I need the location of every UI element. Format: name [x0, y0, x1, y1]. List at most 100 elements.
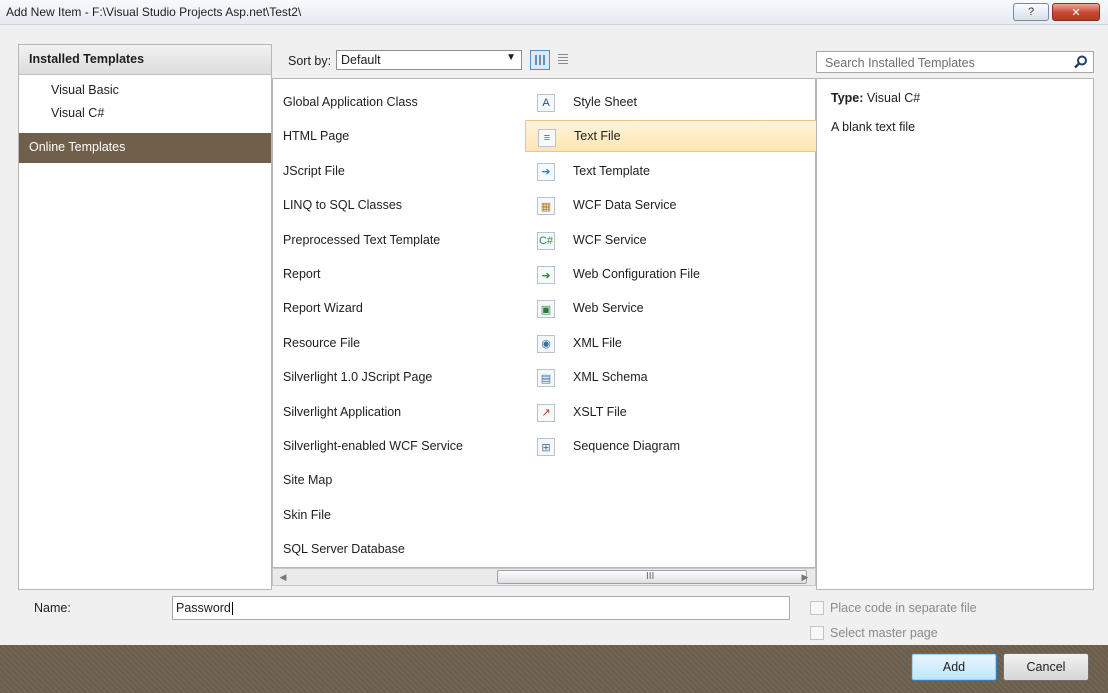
template-item[interactable]: ◉ XML File [525, 327, 817, 359]
place-code-label: Place code in separate file [830, 601, 977, 615]
template-item-label: LINQ to SQL Classes [283, 198, 403, 213]
installed-templates-header[interactable]: Installed Templates [19, 45, 271, 75]
type-line: Type: Visual C# [831, 91, 920, 105]
template-item-label: XSLT File [573, 404, 627, 419]
template-item-label: Global Application Class [283, 95, 418, 109]
template-item-label: Report [283, 267, 321, 281]
tree-item-visual-csharp[interactable]: Visual C# [51, 106, 104, 120]
template-item-label: Text File [574, 129, 621, 144]
template-details-panel: Type: Visual C# A blank text file [816, 78, 1094, 590]
template-item[interactable]: Silverlight-enabled WCF Service [283, 430, 523, 462]
template-item[interactable]: A Style Sheet [525, 86, 817, 118]
template-item-label: Web Service [573, 301, 644, 316]
tree-item-visual-basic[interactable]: Visual Basic [51, 83, 119, 97]
scroll-left-icon[interactable]: ◀ [275, 569, 291, 585]
template-item-label: XML File [573, 335, 622, 350]
xml-file-icon: ◉ [537, 334, 555, 353]
template-item-label: Silverlight-enabled WCF Service [283, 439, 463, 453]
template-item-label: Text Template [573, 163, 650, 178]
web-service-icon: ▣ [537, 300, 555, 319]
template-categories-panel: Installed Templates Visual Basic Visual … [18, 44, 272, 590]
style-sheet-icon: A [537, 94, 555, 112]
template-item[interactable]: Skin File [283, 499, 523, 531]
master-page-checkbox[interactable] [810, 626, 824, 640]
template-item-label: Report Wizard [283, 301, 363, 316]
template-item[interactable]: ➜ Text Template [525, 155, 817, 187]
chevron-down-icon: ▼ [506, 52, 516, 63]
cancel-button[interactable]: Cancel [1003, 653, 1089, 681]
sort-by-value: Default [341, 53, 381, 67]
templates-list: Global Application Class HTML Page JScript… [272, 78, 817, 568]
list-toolbar: Sort by: Default ▼ [272, 44, 816, 78]
window-title: Add New Item - F:\Visual Studio Projects… [6, 5, 302, 19]
template-item-label: WCF Service [573, 232, 647, 247]
scroll-right-icon[interactable]: ▶ [797, 569, 813, 585]
template-item[interactable]: ▦ WCF Data Service [525, 189, 817, 221]
template-item[interactable]: Report [283, 258, 523, 290]
wcf-service-icon: C# [537, 231, 555, 250]
online-templates-header[interactable]: Online Templates [19, 133, 271, 163]
template-item-label: Preprocessed Text Template [283, 232, 441, 247]
template-item-label: Silverlight 1.0 JScript Page [283, 370, 433, 385]
template-item[interactable]: HTML Page [283, 120, 523, 152]
template-item[interactable]: C# WCF Service [525, 224, 817, 256]
template-item[interactable]: ⊞ Sequence Diagram [525, 430, 817, 462]
large-icons-view-button[interactable] [530, 50, 550, 70]
template-item[interactable]: Preprocessed Text Template [283, 224, 523, 256]
scrollbar-thumb[interactable]: III [497, 570, 807, 584]
title-bar: Add New Item - F:\Visual Studio Projects… [0, 0, 1108, 25]
template-item[interactable]: Silverlight 1.0 JScript Page [283, 361, 523, 393]
template-item-label: Style Sheet [573, 95, 637, 109]
template-item[interactable]: SQL Server Database [283, 533, 523, 565]
help-button[interactable]: ? [1013, 3, 1049, 21]
template-item-label: Resource File [283, 335, 361, 350]
sort-by-label: Sort by: [288, 54, 332, 68]
template-item[interactable]: LINQ to SQL Classes [283, 189, 523, 221]
name-value: Password [176, 601, 231, 615]
type-value: Visual C# [866, 91, 921, 105]
sequence-diagram-icon: ⊞ [537, 438, 555, 456]
template-item-label: Site Map [283, 473, 333, 488]
web-config-icon: ➜ [537, 266, 555, 284]
search-templates-box[interactable]: Search Installed Templates [816, 51, 1094, 73]
small-icons-view-button[interactable] [554, 50, 574, 70]
add-new-item-dialog: Add New Item - F:\Visual Studio Projects… [0, 0, 1108, 693]
horizontal-scrollbar[interactable]: ◀ III ▶ [272, 568, 816, 586]
wcf-data-service-icon: ▦ [537, 197, 555, 216]
place-code-checkbox[interactable] [810, 601, 824, 615]
close-button[interactable]: ✕ [1052, 3, 1100, 21]
grip-icon: III [646, 571, 655, 582]
template-item-label: Sequence Diagram [573, 439, 681, 453]
name-field[interactable]: Password [172, 596, 790, 620]
template-item[interactable]: ➜ Web Configuration File [525, 258, 817, 290]
search-icon[interactable] [1074, 55, 1088, 69]
template-item[interactable]: Silverlight Application [283, 396, 523, 428]
template-item[interactable]: ▣ Web Service [525, 292, 817, 324]
master-page-label: Select master page [830, 626, 938, 640]
text-template-icon: ➜ [537, 162, 555, 181]
help-icon: ? [1027, 6, 1035, 18]
add-button[interactable]: Add [911, 653, 997, 681]
xslt-file-icon: ↗ [537, 403, 555, 422]
xml-schema-icon: ▤ [537, 369, 555, 388]
master-page-option[interactable]: Select master page [810, 626, 938, 640]
template-item[interactable]: ▤ XML Schema [525, 361, 817, 393]
search-input[interactable]: Search Installed Templates [825, 56, 975, 70]
template-item[interactable]: Global Application Class [283, 86, 523, 118]
template-item[interactable]: ↗ XSLT File [525, 396, 817, 428]
template-item-label: Silverlight Application [283, 404, 402, 419]
template-item[interactable]: Resource File [283, 327, 523, 359]
sort-by-dropdown[interactable]: Default ▼ [336, 50, 522, 70]
type-label: Type: [831, 91, 864, 105]
name-label: Name: [34, 601, 71, 615]
template-item[interactable]: Site Map [283, 464, 523, 496]
place-code-option[interactable]: Place code in separate file [810, 601, 977, 615]
template-item-label: JScript File [283, 163, 345, 178]
grid-view-icon [535, 55, 545, 65]
template-item[interactable]: Report Wizard [283, 292, 523, 324]
template-item-label: XML Schema [573, 370, 648, 385]
template-item[interactable]: ≡ Text File [525, 120, 817, 153]
text-file-icon: ≡ [538, 129, 556, 148]
template-item[interactable]: JScript File [283, 155, 523, 187]
template-item-label: Web Configuration File [573, 267, 700, 281]
